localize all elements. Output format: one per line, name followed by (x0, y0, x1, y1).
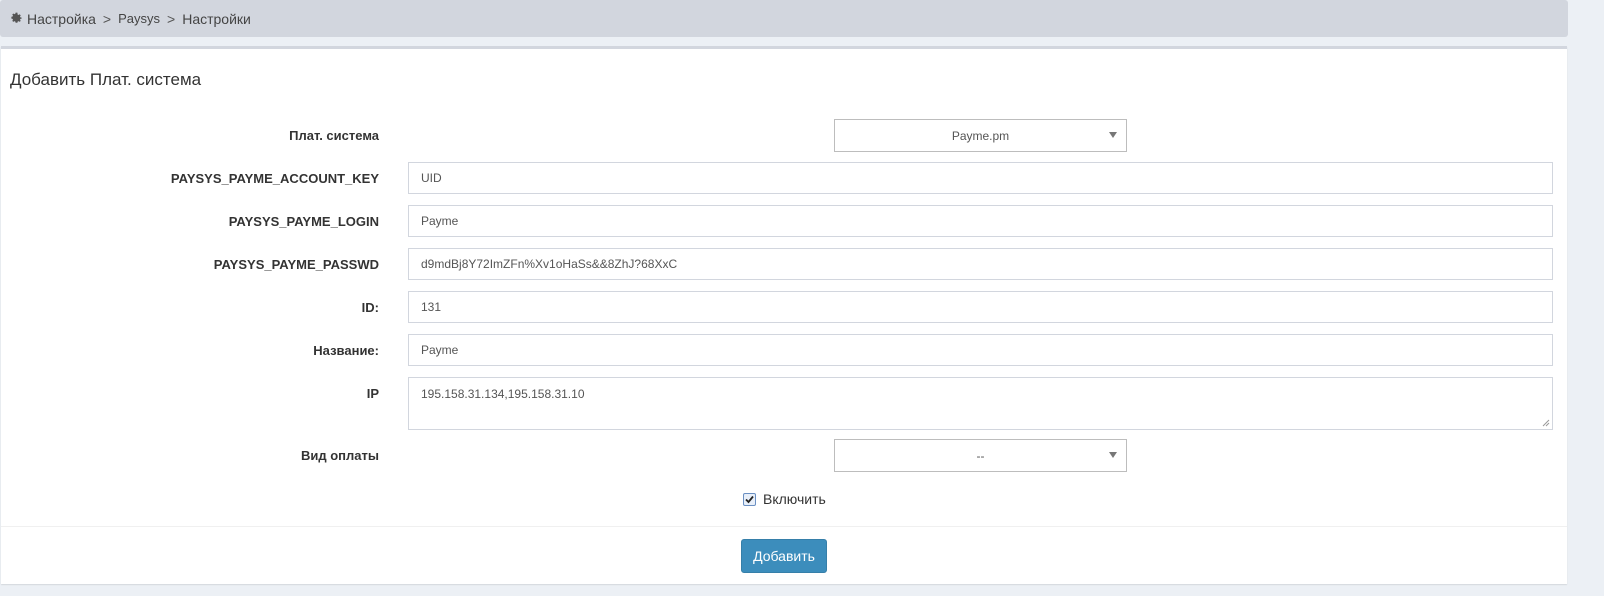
passwd-label: PAYSYS_PAYME_PASSWD (213, 257, 379, 272)
breadcrumb-item-configuration: Настройки (182, 10, 251, 27)
breadcrumb-item-settings[interactable]: Настройка (27, 11, 96, 27)
id-input[interactable]: 131 (408, 291, 1553, 323)
ip-textarea-value: 195.158.31.134,195.158.31.10 (421, 387, 585, 401)
add-button[interactable]: Добавить (741, 539, 827, 573)
ip-textarea[interactable]: 195.158.31.134,195.158.31.10 (408, 377, 1553, 430)
paysys-label: Плат. система (289, 128, 379, 143)
name-label: Название: (313, 343, 379, 358)
enable-row: Включить (743, 491, 826, 507)
account-key-label: PAYSYS_PAYME_ACCOUNT_KEY (170, 171, 379, 186)
payment-type-select-value: -- (976, 448, 985, 463)
payment-type-label: Вид оплаты (301, 448, 379, 463)
form-title: Добавить Плат. система (10, 70, 202, 89)
breadcrumb-separator: > (102, 10, 112, 27)
breadcrumb-separator: > (167, 10, 176, 27)
paysys-select-value: Payme.pm (951, 128, 1010, 143)
account-key-input[interactable]: UID (408, 162, 1553, 194)
payment-type-select[interactable]: -- (834, 439, 1127, 472)
ip-label: IP (366, 386, 379, 401)
chevron-down-icon (1109, 132, 1117, 138)
resize-handle-icon[interactable] (1542, 419, 1550, 427)
enable-label[interactable]: Включить (763, 491, 826, 507)
paysys-select[interactable]: Payme.pm (834, 119, 1127, 152)
login-input[interactable]: Payme (408, 205, 1553, 237)
gear-icon (10, 12, 23, 25)
name-input[interactable]: Payme (408, 334, 1553, 366)
breadcrumb: Настройка > Paysys > Настройки (0, 0, 1568, 37)
checkmark-icon (745, 495, 754, 503)
add-paysys-form: Добавить Плат. система Плат. система Pay… (1, 46, 1567, 584)
footer-divider (1, 526, 1567, 527)
login-label: PAYSYS_PAYME_LOGIN (228, 214, 379, 229)
breadcrumb-item-paysys[interactable]: Paysys (118, 11, 160, 26)
chevron-down-icon (1109, 452, 1117, 458)
passwd-input[interactable]: d9mdBj8Y72ImZFn%Xv1oHaSs&&8ZhJ?68XxC (408, 248, 1553, 280)
enable-checkbox[interactable] (743, 492, 756, 506)
id-label: ID: (361, 300, 379, 315)
